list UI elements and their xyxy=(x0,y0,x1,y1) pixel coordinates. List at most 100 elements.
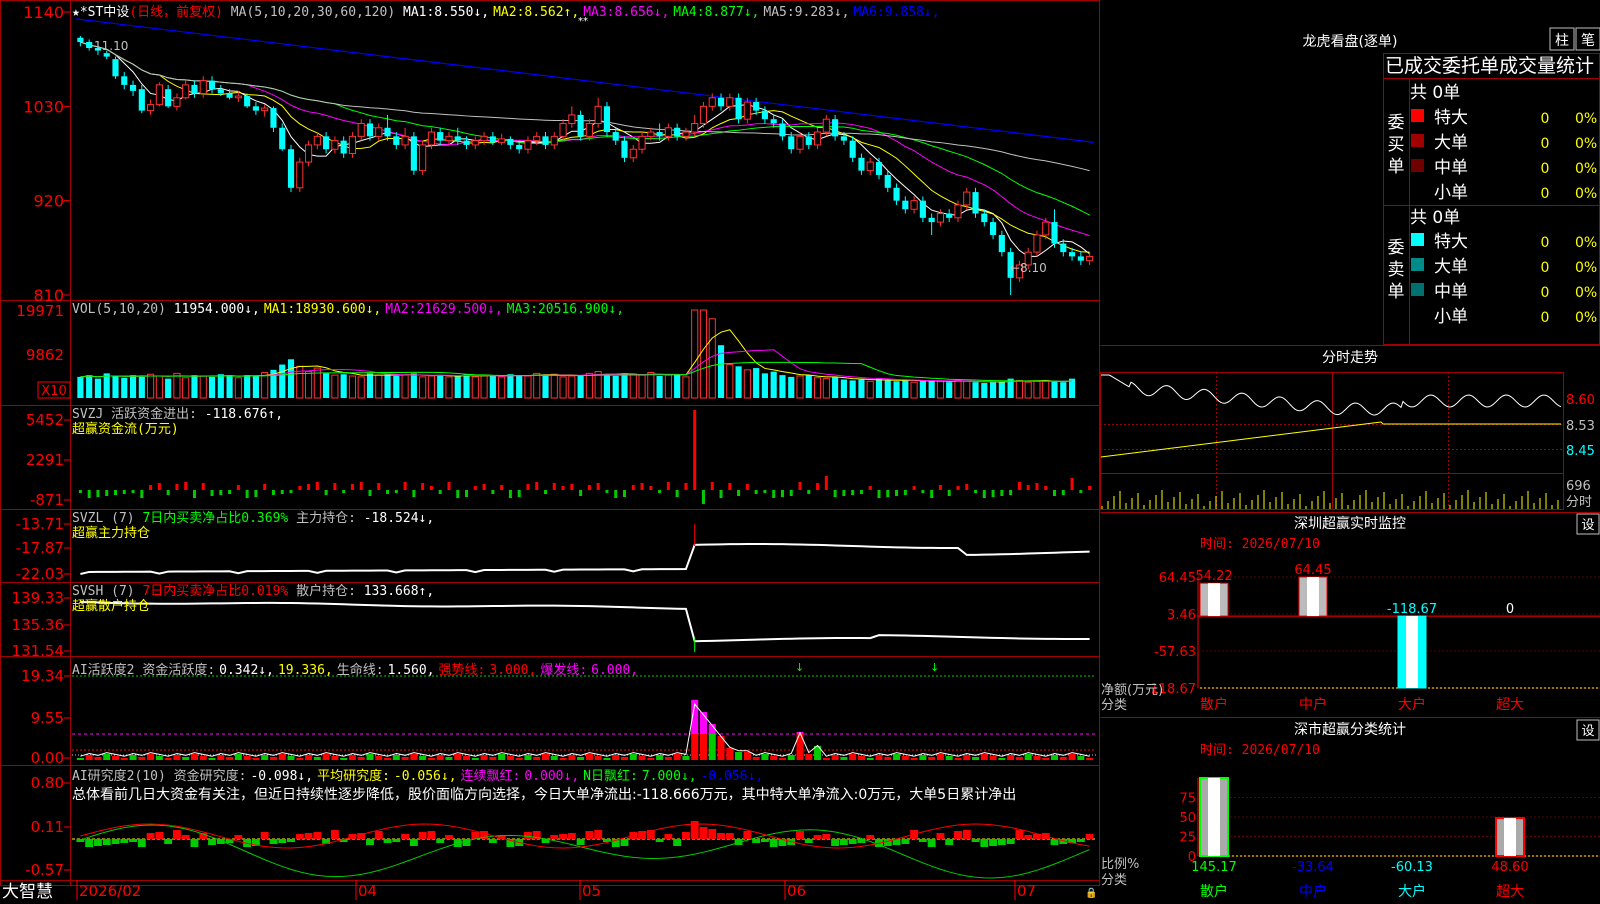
volume-bar xyxy=(867,381,873,398)
ai-active-bar xyxy=(963,755,970,760)
stock-chart-window[interactable]: 11401030920810 11.10 ←8.10 ** 199719862X… xyxy=(0,0,1600,900)
svzj-bar xyxy=(1079,490,1082,493)
ai-active-bar xyxy=(410,754,417,760)
row-label: 中单 xyxy=(1434,158,1468,178)
stats-title: 已成交委托单成交量统计 xyxy=(1385,55,1594,77)
intraday-axis-label: 8.53 xyxy=(1566,419,1595,434)
ai-research-bar xyxy=(120,839,128,843)
ai-active-bar xyxy=(349,755,356,760)
svzl-title: SVZL (7) xyxy=(72,511,135,526)
intraday-axis-label: 696 xyxy=(1566,479,1591,494)
ai-research-bar xyxy=(656,839,664,842)
volume-bar xyxy=(358,377,364,398)
vol-item-2: MA2:21629.500↓, xyxy=(385,302,502,317)
monitor-settings-label: 设 xyxy=(1581,518,1594,533)
volume-bar xyxy=(349,376,355,398)
svzj-bar xyxy=(447,482,450,490)
volume-bar xyxy=(762,373,768,398)
volume-bar xyxy=(929,380,935,398)
volume-bar xyxy=(332,375,338,398)
volume-bar xyxy=(814,378,820,398)
svzj-bar xyxy=(895,490,898,496)
ai-active-bar xyxy=(568,755,575,760)
volume-bar xyxy=(367,373,373,398)
ai-research-bar xyxy=(129,839,137,842)
candle xyxy=(156,82,162,106)
volume-bar xyxy=(437,375,443,398)
ai-active-bar xyxy=(217,755,224,760)
ai-active-bar xyxy=(647,758,654,760)
ai-active-bar xyxy=(463,756,470,760)
ai-active-bar xyxy=(156,756,163,760)
svzj-bar xyxy=(105,490,108,496)
svzj-bar xyxy=(132,490,135,493)
ai-research-bar xyxy=(401,834,409,839)
volume-bar xyxy=(639,375,645,398)
volume-bar xyxy=(999,381,1005,398)
svsh-axis: 139.33135.36131.54 xyxy=(12,589,71,660)
tab-bi-label: 笔 xyxy=(1581,33,1595,49)
ai-active-item-2: 19.336, xyxy=(278,663,333,678)
svzj-bar xyxy=(140,490,143,498)
ai-research-bar xyxy=(1007,839,1015,844)
ai-active-bar xyxy=(761,754,768,760)
monitor-bar-highlight xyxy=(1307,577,1319,616)
aires-axis-tick: 0.80 xyxy=(31,774,64,792)
svzj-bar xyxy=(211,490,214,496)
monitor-bar-label: 0 xyxy=(1506,602,1514,617)
volume-bar xyxy=(850,380,856,398)
monitor-axis-label: 净额(万元) xyxy=(1101,683,1163,698)
ai-active-bar xyxy=(823,758,830,760)
row-pct: 0% xyxy=(1575,186,1597,202)
vol-tick: 19971 xyxy=(16,302,64,320)
volume-bar xyxy=(902,380,908,398)
svzj-bar xyxy=(1027,485,1030,490)
svzj-bar xyxy=(790,490,793,496)
volume-bar xyxy=(516,375,522,398)
volume-bar xyxy=(323,373,329,398)
ai-research-bar xyxy=(866,835,874,839)
ai-active-bar xyxy=(981,754,988,760)
svzj-bar xyxy=(316,482,319,490)
low-marker: ←8.10 xyxy=(1010,261,1047,275)
monitor-tick: 64.45 xyxy=(1159,571,1196,586)
svzj-bar xyxy=(456,490,459,498)
ai-research-bar xyxy=(138,839,146,847)
svsh-label: 散户持仓: xyxy=(296,584,356,599)
brand-label: 大智慧 xyxy=(2,882,53,900)
ai-active-bar xyxy=(384,758,391,760)
svzj-bar xyxy=(474,486,477,490)
volume-bar xyxy=(981,383,987,398)
row-pct: 0% xyxy=(1575,260,1597,276)
ai-research-bar xyxy=(261,832,269,839)
ai-active-bar xyxy=(639,756,646,760)
monitor-bar-label: -118.67 xyxy=(1387,602,1437,617)
volume-bar xyxy=(964,381,970,398)
stock-name[interactable]: ★*ST中设 xyxy=(72,5,129,20)
ai-research-bar xyxy=(313,832,321,839)
ai-active-bar xyxy=(445,757,452,760)
svzj-bar xyxy=(605,490,608,493)
svzj-bar xyxy=(720,490,723,498)
ai-research-bar xyxy=(331,830,339,839)
class-value: -60.13 xyxy=(1391,860,1433,875)
ai-active-bar xyxy=(542,754,549,760)
ai-active-bar xyxy=(674,754,681,760)
ma-item-1: MA2:8.562↑, xyxy=(493,5,579,20)
volume-bar xyxy=(955,380,961,398)
side-label-char: 单 xyxy=(1388,282,1405,302)
ai-active-bar xyxy=(173,755,180,760)
volume-bar xyxy=(665,375,671,398)
svzj-bar xyxy=(737,490,740,496)
svzj-bar xyxy=(667,482,670,490)
ai-active-bar xyxy=(551,756,558,760)
ai-active-bar xyxy=(586,754,593,760)
ai-active-arrow: ↓ xyxy=(795,661,804,674)
ai-research-bar xyxy=(147,833,155,839)
ai-active-bar xyxy=(1025,754,1032,760)
ai-research-bar xyxy=(577,839,585,845)
svzl-value: -18.524↓, xyxy=(364,511,434,526)
side-label-char: 单 xyxy=(1388,157,1405,177)
ai-active-bar xyxy=(744,752,751,760)
svsh-axis-tick: 135.36 xyxy=(12,616,65,634)
